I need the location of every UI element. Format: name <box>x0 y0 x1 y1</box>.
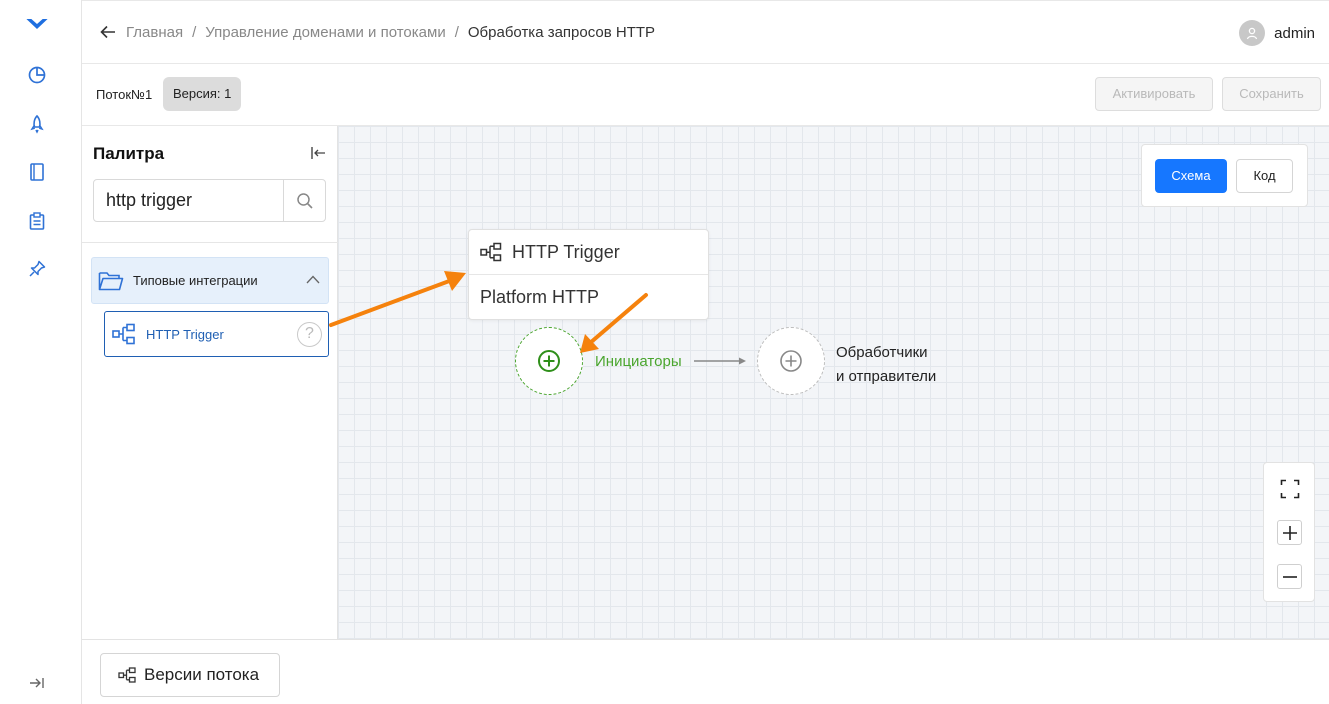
avatar <box>1239 20 1266 46</box>
breadcrumb-separator: / <box>192 23 197 41</box>
flow-versions-label: Версии потока <box>144 665 260 684</box>
flow-name: Поток№1 <box>96 87 153 102</box>
zoom-out-icon[interactable] <box>1277 564 1302 589</box>
pin-icon[interactable] <box>25 257 49 281</box>
flow-versions-button[interactable]: Версии потока <box>100 653 280 697</box>
http-trigger-node[interactable]: HTTP Trigger Platform HTTP <box>468 229 709 320</box>
add-initiator-button[interactable] <box>515 327 583 395</box>
palette-group-typical-integrations[interactable]: Типовые интеграции <box>91 257 329 304</box>
palette-title: Палитра <box>93 144 165 163</box>
node-title: HTTP Trigger <box>512 241 620 262</box>
plus-circle-icon <box>538 350 560 372</box>
plus-circle-icon <box>780 350 802 372</box>
initiators-label: Инициаторы <box>595 353 682 370</box>
dashboard-icon[interactable] <box>25 63 49 87</box>
view-switch: Схема Код <box>1141 144 1308 207</box>
clipboard-icon[interactable] <box>25 209 49 233</box>
flow-toolbar: Поток№1 Версия: 1 Активировать Сохранить <box>82 64 1329 126</box>
flow-node-icon <box>118 667 136 683</box>
collapse-panel-icon[interactable] <box>309 144 327 162</box>
divider <box>82 242 338 243</box>
search-icon[interactable] <box>283 180 325 221</box>
chevron-up-icon[interactable] <box>306 273 320 287</box>
footer: Версии потока <box>82 639 1329 704</box>
breadcrumb: Главная / Управление доменами и потоками… <box>100 23 655 41</box>
flow-node-icon <box>112 323 136 345</box>
left-nav-rail <box>0 0 82 704</box>
zoom-controls <box>1263 462 1315 602</box>
user-menu[interactable]: admin <box>1239 20 1315 46</box>
fit-screen-icon[interactable] <box>1277 476 1302 501</box>
node-header: HTTP Trigger <box>469 230 708 275</box>
processors-label-line1: Обработчики <box>836 344 928 361</box>
group-label: Типовые интеграции <box>133 273 258 288</box>
add-processor-button[interactable] <box>757 327 825 395</box>
breadcrumb-home[interactable]: Главная <box>126 24 183 41</box>
palette-item-http-trigger[interactable]: HTTP Trigger ? <box>104 311 329 357</box>
breadcrumb-separator: / <box>454 23 459 41</box>
book-icon[interactable] <box>25 160 49 184</box>
back-arrow-icon[interactable] <box>100 23 118 41</box>
header: Главная / Управление доменами и потоками… <box>82 0 1329 64</box>
flow-canvas[interactable]: Схема Код HTTP Trigger Platform HTTP Ини… <box>338 126 1329 639</box>
schema-view-button[interactable]: Схема <box>1155 159 1227 193</box>
breadcrumb-domains[interactable]: Управление доменами и потоками <box>205 24 445 41</box>
expand-sidebar-icon[interactable] <box>25 671 49 695</box>
flow-connector-arrow <box>694 357 746 365</box>
code-view-button[interactable]: Код <box>1236 159 1293 193</box>
flow-node-icon <box>480 242 502 262</box>
search-input[interactable] <box>94 180 284 221</box>
save-button[interactable]: Сохранить <box>1222 77 1321 111</box>
zoom-in-icon[interactable] <box>1277 520 1302 545</box>
folder-open-icon <box>98 270 124 292</box>
processors-label-line2: и отправители <box>836 368 937 385</box>
logo-icon[interactable] <box>25 12 49 36</box>
palette-item-label: HTTP Trigger <box>146 326 224 342</box>
help-icon[interactable]: ? <box>297 322 322 347</box>
rocket-icon[interactable] <box>25 112 49 136</box>
palette-panel: Палитра Типовые интеграции HTTP Trigger … <box>82 126 338 639</box>
processors-label: Обработчики и отправители <box>836 341 936 389</box>
activate-button[interactable]: Активировать <box>1095 77 1213 111</box>
node-subtitle: Platform HTTP <box>480 287 600 307</box>
palette-search <box>93 179 326 222</box>
breadcrumb-current: Обработка запросов HTTP <box>467 23 656 41</box>
user-name: admin <box>1274 24 1315 42</box>
version-chip[interactable]: Версия: 1 <box>163 77 242 111</box>
